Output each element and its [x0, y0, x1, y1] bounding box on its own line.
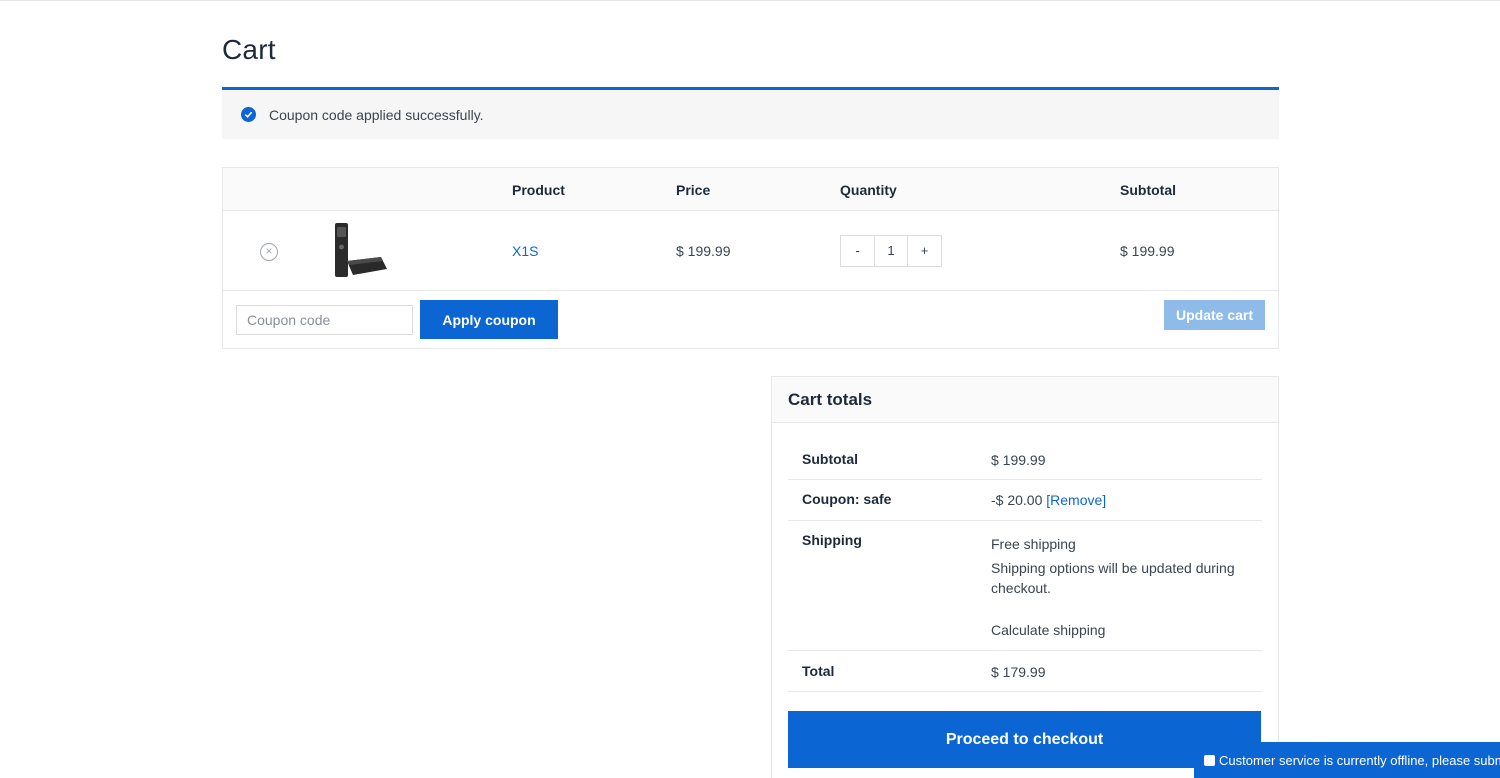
totals-row-coupon: Coupon: safe -$ 20.00 [Remove]	[788, 480, 1262, 521]
subtotal-label: Subtotal	[802, 451, 858, 467]
coupon-value: -$ 20.00	[991, 492, 1043, 508]
check-circle-icon	[241, 107, 256, 122]
proceed-to-checkout-button[interactable]: Proceed to checkout	[788, 711, 1261, 768]
remove-item-icon[interactable]: ×	[260, 243, 278, 261]
product-link[interactable]: X1S	[512, 243, 538, 259]
header-subtotal: Subtotal	[1120, 182, 1176, 198]
remove-coupon-link[interactable]: [Remove]	[1046, 492, 1106, 508]
cart-row: × X1S $ 199.99 - 1 + $ 199.99	[223, 211, 1278, 291]
shipping-note: Shipping options will be updated during …	[991, 560, 1235, 596]
cart-totals-title: Cart totals	[788, 389, 873, 409]
notice-message: Coupon code applied successfully.	[269, 106, 484, 123]
cart-table-header: Product Price Quantity Subtotal	[223, 168, 1278, 211]
coupon-value-wrap: -$ 20.00 [Remove]	[991, 490, 1261, 510]
apply-coupon-button[interactable]: Apply coupon	[420, 300, 558, 339]
coupon-label: Coupon: safe	[802, 491, 892, 507]
quantity-increase-button[interactable]: +	[908, 236, 941, 266]
cart-totals: Cart totals Subtotal $ 199.99 Coupon: sa…	[771, 376, 1279, 778]
calculate-shipping-link[interactable]: Calculate shipping	[991, 620, 1261, 640]
header-price: Price	[676, 182, 711, 198]
customer-service-chat-widget[interactable]: Customer service is currently offline, p…	[1194, 742, 1500, 778]
page-title: Cart	[222, 34, 276, 65]
cart-actions: Apply coupon Update cart	[223, 291, 1278, 348]
quantity-decrease-button[interactable]: -	[841, 236, 874, 266]
product-price: $ 199.99	[676, 243, 731, 259]
total-label: Total	[802, 663, 835, 679]
update-cart-button[interactable]: Update cart	[1164, 300, 1265, 330]
header-product: Product	[512, 182, 565, 198]
coupon-success-notice: Coupon code applied successfully.	[222, 87, 1279, 139]
quantity-input[interactable]: 1	[874, 236, 908, 266]
chat-text: Customer service is currently offline, p…	[1219, 753, 1500, 768]
product-subtotal: $ 199.99	[1120, 243, 1175, 259]
coupon-code-input[interactable]	[236, 305, 413, 335]
shipping-method: Free shipping	[991, 536, 1076, 552]
cart-totals-body: Subtotal $ 199.99 Coupon: safe -$ 20.00 …	[772, 423, 1278, 768]
subtotal-value: $ 199.99	[991, 452, 1046, 468]
totals-row-subtotal: Subtotal $ 199.99	[788, 423, 1262, 480]
product-thumbnail[interactable]	[333, 221, 389, 281]
chat-icon	[1204, 755, 1215, 766]
total-value: $ 179.99	[991, 664, 1046, 680]
quantity-stepper: - 1 +	[840, 235, 942, 267]
shipping-label: Shipping	[802, 532, 862, 548]
totals-row-total: Total $ 179.99	[788, 651, 1262, 692]
cart-table: Product Price Quantity Subtotal × X1S $ …	[222, 167, 1279, 349]
header-quantity: Quantity	[840, 182, 897, 198]
totals-row-shipping: Shipping Free shipping Shipping options …	[788, 521, 1262, 651]
cart-totals-header: Cart totals	[772, 377, 1278, 423]
